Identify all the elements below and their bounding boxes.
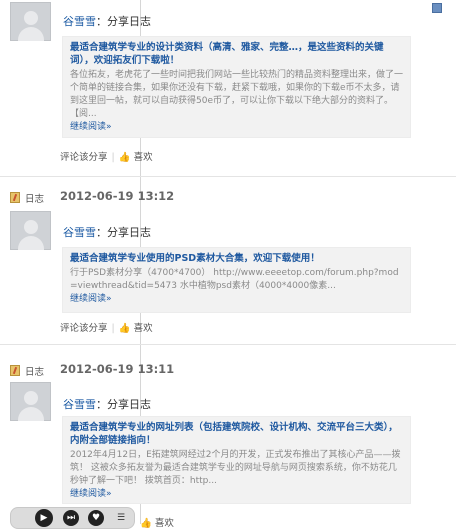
diary-icon xyxy=(10,192,20,203)
play-icon[interactable]: ▶ xyxy=(35,509,53,527)
like-icon[interactable]: 👍 xyxy=(119,152,131,163)
author-line: 谷雪雪：分享日志 xyxy=(63,224,151,240)
read-more-link[interactable]: 继续阅读» xyxy=(70,488,404,501)
post-date: 2012-06-19 13:12 xyxy=(60,189,175,203)
diary-label: 日志 xyxy=(25,194,45,205)
diary-icon xyxy=(10,365,20,376)
share-type-icon xyxy=(432,3,442,13)
like-icon[interactable]: 👍 xyxy=(119,323,131,334)
share-box: 最适合建筑学专业的网址列表（包括建筑院校、设计机构、交流平台三大类），内附全部链… xyxy=(62,416,411,504)
avatar[interactable] xyxy=(10,2,51,41)
date-row: 日志 2012-06-19 13:11 xyxy=(0,361,456,381)
share-box: 最适合建筑学专业的设计类资料（高清、雅家、完整…，是这些资料的关键词），欢迎拓友… xyxy=(62,36,411,138)
avatar[interactable] xyxy=(10,211,51,250)
post-date: 2012-06-19 13:11 xyxy=(60,362,175,376)
author-name[interactable]: 谷雪雪 xyxy=(63,226,96,239)
comment-link[interactable]: 评论该分享 xyxy=(60,152,108,163)
diary-label: 日志 xyxy=(25,367,45,378)
like-link[interactable]: 喜欢 xyxy=(134,152,153,163)
read-more-link[interactable]: 继续阅读» xyxy=(70,121,404,134)
author-name[interactable]: 谷雪雪 xyxy=(63,15,96,28)
post-actions: 评论该分享 | 👍 喜欢 xyxy=(60,152,153,163)
like-link[interactable]: 喜欢 xyxy=(134,323,153,334)
share-box: 最适合建筑学专业使用的PSD素材大合集，欢迎下载使用！ 行于PSD素材分享（47… xyxy=(62,247,411,313)
comment-link[interactable]: 评论该分享 xyxy=(60,323,108,334)
post-action: ：分享日志 xyxy=(96,398,151,411)
share-title[interactable]: 最适合建筑学专业的网址列表（包括建筑院校、设计机构、交流平台三大类），内附全部链… xyxy=(70,421,404,447)
divider xyxy=(0,344,456,345)
post-actions: 👍 喜欢 xyxy=(140,515,174,529)
music-player: ▶ ⏭ ♥ ☰ xyxy=(10,507,135,529)
share-body: 各位拓友，老虎花了一些时间把我们网站一些比较热门的精品资料整理出来，做了一个简单… xyxy=(70,70,404,106)
date-row: 日志 2012-06-19 13:12 xyxy=(0,188,456,208)
author-line: 谷雪雪：分享日志 xyxy=(63,396,151,412)
divider xyxy=(0,176,456,177)
post-action: ：分享日志 xyxy=(96,226,151,239)
author-name[interactable]: 谷雪雪 xyxy=(63,398,96,411)
share-body: 2012年4月12日，E拓建筑网经过2个月的开发，正式发布推出了其核心产品——拨… xyxy=(70,450,401,486)
post-action: ：分享日志 xyxy=(96,15,151,28)
avatar[interactable] xyxy=(10,382,51,421)
read-more-link[interactable]: 继续阅读» xyxy=(70,293,404,306)
share-title[interactable]: 最适合建筑学专业使用的PSD素材大合集，欢迎下载使用！ xyxy=(70,252,404,265)
share-body: 行于PSD素材分享（4700*4700） http://www.eeeetop.… xyxy=(70,268,399,291)
share-body-tail: 【阅... xyxy=(70,109,97,119)
post-actions: 评论该分享 | 👍 喜欢 xyxy=(60,323,153,334)
share-title[interactable]: 最适合建筑学专业的设计类资料（高清、雅家、完整…，是这些资料的关键词），欢迎拓友… xyxy=(70,41,404,67)
author-line: 谷雪雪：分享日志 xyxy=(63,13,151,29)
